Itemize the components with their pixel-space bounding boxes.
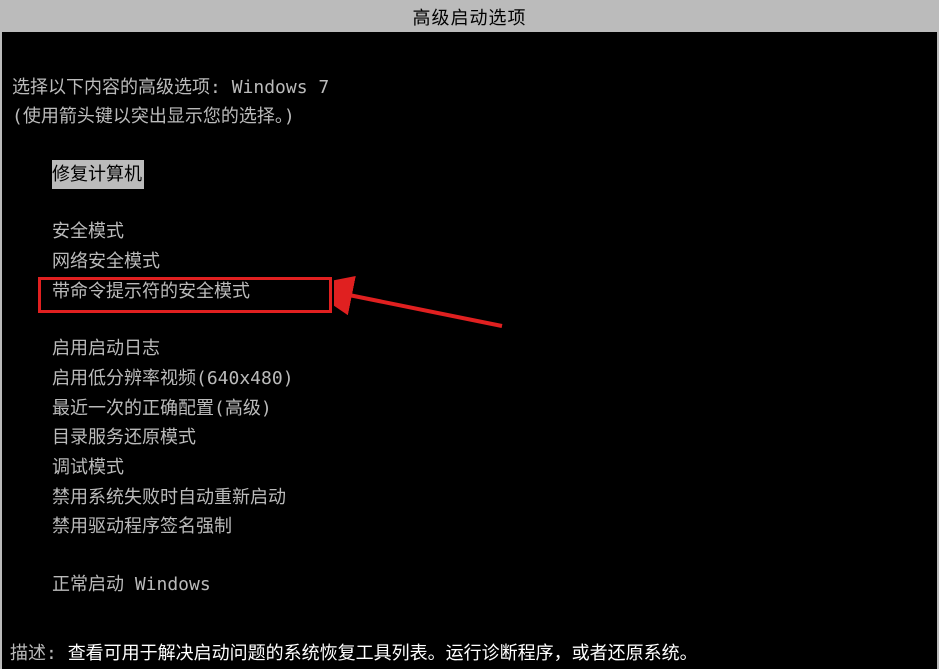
- description-line: 描述: 查看可用于解决启动问题的系统恢复工具列表。运行诊断程序，或者还原系统。: [10, 639, 929, 665]
- menu-item-last-known-good[interactable]: 最近一次的正确配置(高级): [52, 394, 927, 424]
- title-text: 高级启动选项: [413, 8, 527, 29]
- menu-item-boot-logging[interactable]: 启用启动日志: [52, 334, 927, 364]
- intro-os: Windows 7: [232, 77, 330, 98]
- description-text: 查看可用于解决启动问题的系统恢复工具列表。运行诊断程序，或者还原系统。: [68, 643, 698, 664]
- menu-item-repair[interactable]: 修复计算机: [52, 160, 927, 190]
- menu-item-safe-mode-cmd[interactable]: 带命令提示符的安全模式: [52, 277, 927, 307]
- menu-item-safe-mode[interactable]: 安全模式: [52, 217, 927, 247]
- menu-item-ds-restore[interactable]: 目录服务还原模式: [52, 423, 927, 453]
- boot-menu: 修复计算机 安全模式 网络安全模式 带命令提示符的安全模式 启用启动日志 启用低…: [12, 160, 927, 600]
- description-label: 描述:: [10, 643, 68, 664]
- title-bar: 高级启动选项: [2, 2, 937, 32]
- menu-item-debug-mode[interactable]: 调试模式: [52, 453, 927, 483]
- content-area: 选择以下内容的高级选项: Windows 7 (使用箭头键以突出显示您的选择。)…: [2, 32, 937, 600]
- intro-prefix: 选择以下内容的高级选项:: [12, 77, 232, 98]
- menu-item-safe-mode-network[interactable]: 网络安全模式: [52, 247, 927, 277]
- menu-item-disable-driver-sig[interactable]: 禁用驱动程序签名强制: [52, 512, 927, 542]
- menu-item-disable-auto-restart[interactable]: 禁用系统失败时自动重新启动: [52, 483, 927, 513]
- menu-item-repair-label: 修复计算机: [52, 160, 144, 190]
- intro-line-2: (使用箭头键以突出显示您的选择。): [12, 103, 927, 132]
- menu-item-low-res[interactable]: 启用低分辨率视频(640x480): [52, 364, 927, 394]
- menu-item-start-normally[interactable]: 正常启动 Windows: [52, 570, 927, 600]
- intro-line-1: 选择以下内容的高级选项: Windows 7: [12, 74, 927, 103]
